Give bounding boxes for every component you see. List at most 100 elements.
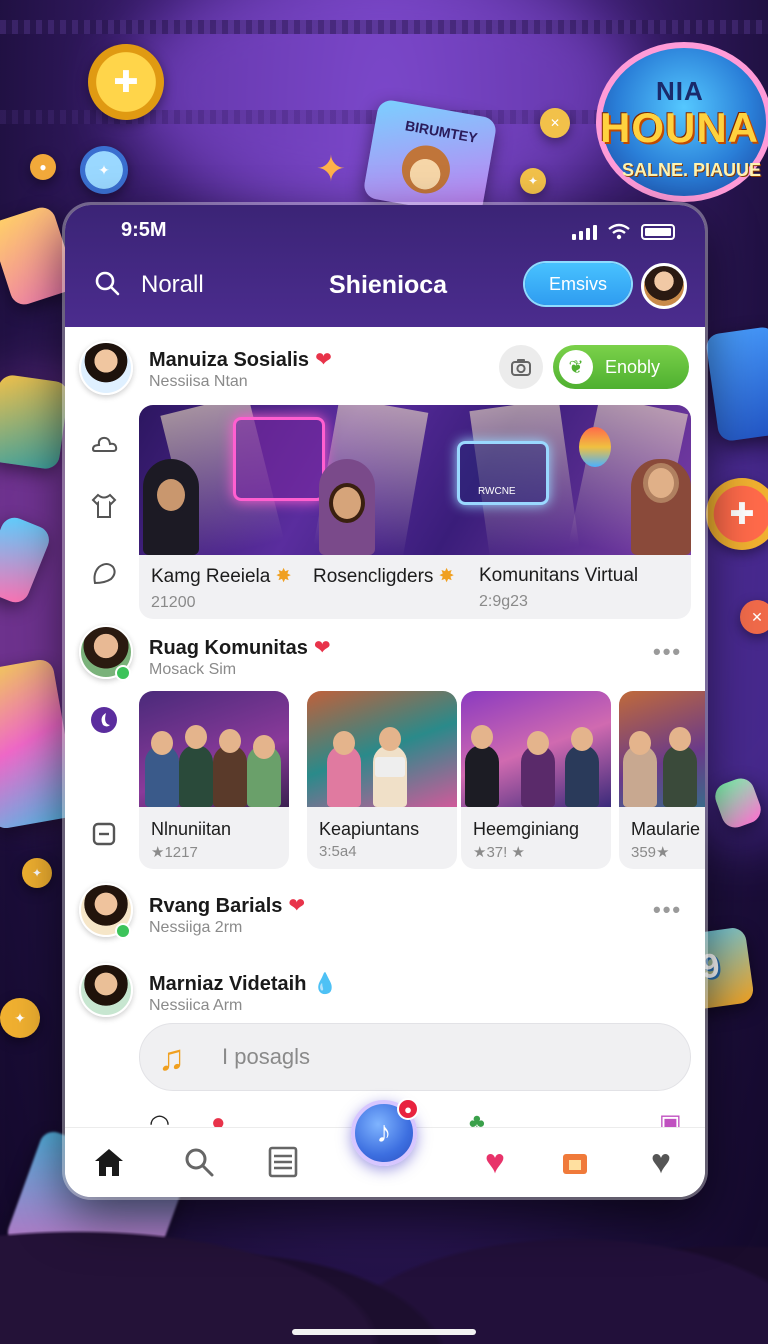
status-time: 9:5M (121, 219, 167, 241)
search-icon[interactable] (93, 269, 121, 297)
post-subtitle: Nessiica Arm (149, 997, 243, 1014)
signal-icon (572, 224, 597, 240)
app-header: 9:5M Norall Shienioca Emsivs (65, 205, 705, 327)
red-coin-decoration: ✚ (706, 478, 768, 550)
event-item-title: Komunitans Virtual (479, 565, 639, 586)
event-logo: NIA HOUNA SALNE. PIAUUE (596, 42, 768, 202)
tile-photo (139, 691, 289, 807)
event-item-title: Kamg Reeiela ✸ (151, 566, 292, 587)
profile-avatar[interactable] (641, 263, 687, 309)
card-sign-text: BIRUMTEY (403, 117, 479, 146)
more-options-icon[interactable]: ••• (653, 897, 682, 923)
community-tile[interactable]: Maularie 359★ (619, 691, 705, 869)
stage-screen-text: RWCNE (478, 486, 516, 497)
sparkle-decoration: ✦ (315, 148, 347, 189)
header-pill-button[interactable]: Emsivs (525, 263, 631, 305)
music-fab-button[interactable]: ♪ ● (351, 1098, 419, 1166)
tile-title: Maularie (631, 819, 701, 839)
battery-icon (641, 224, 675, 240)
event-item[interactable]: Kamg Reeiela ✸ 21200 (151, 565, 292, 612)
stage-screen-right: RWCNE (457, 441, 549, 505)
tab-favorites[interactable]: ♥ (641, 1142, 681, 1182)
tile-title: Heemginiang (473, 819, 580, 839)
person-head (329, 483, 365, 523)
coin-decoration: ✦ (22, 858, 52, 888)
home-icon (95, 1149, 123, 1176)
moon-icon[interactable] (89, 705, 119, 735)
page-title: Shienioca (329, 271, 448, 299)
cloud-icon[interactable] (89, 429, 119, 459)
heart-icon: ♥ (484, 1142, 506, 1181)
shirt-icon[interactable] (89, 491, 119, 521)
event-item-title: Rosencligders ✸ (313, 566, 455, 587)
coin-decoration: ● (30, 154, 56, 180)
coin-decoration: ✦ (0, 998, 40, 1038)
feed: Manuiza Sosialis ❤ Nessiisa Ntan ❦ Enobly… (65, 327, 705, 1137)
tile-photo (307, 691, 457, 807)
tab-search[interactable] (179, 1142, 219, 1182)
list-icon (268, 1146, 298, 1178)
character-card-decoration: BIRUMTEY (362, 98, 498, 218)
status-icons (572, 223, 675, 241)
community-tile[interactable]: Heemginiang ★37! ★ (461, 691, 611, 869)
search-icon (185, 1148, 214, 1177)
wifi-icon (608, 223, 630, 240)
chat-bubble-icon[interactable] (89, 559, 119, 589)
event-item[interactable]: Komunitans Virtual 2:9g23 (479, 565, 638, 611)
post-author[interactable]: Manuiza Sosialis ❤ (149, 347, 332, 372)
music-note-icon: ♪ (376, 1116, 392, 1149)
phone-frame: 9:5M Norall Shienioca Emsivs Manuiza Sos… (65, 205, 705, 1197)
notification-badge: ● (397, 1098, 419, 1120)
tab-home[interactable] (89, 1142, 129, 1182)
tile-count: ★1217 (151, 844, 198, 861)
tab-gifts[interactable] (555, 1142, 595, 1182)
avatar[interactable] (79, 341, 133, 395)
community-tile[interactable]: Keapiuntans 3:5a4 (307, 691, 457, 869)
heart-icon: ❤ (313, 637, 331, 659)
tile-photo (619, 691, 705, 807)
home-indicator (292, 1329, 476, 1335)
camera-icon (511, 359, 531, 376)
tab-love[interactable]: ♥ (475, 1142, 515, 1182)
post-subtitle: Nessiiga 2rm (149, 919, 243, 936)
stage-screen-left (233, 417, 325, 501)
post-author[interactable]: Rvang Barials ❤ (149, 893, 305, 918)
droplet-icon: 💧 (312, 973, 338, 995)
gold-coin-decoration: ✚ (88, 44, 164, 120)
person-head (643, 463, 679, 503)
post-composer[interactable]: ♫ I posagls (139, 1023, 691, 1091)
event-photo: RWCNE (139, 405, 691, 562)
avatar[interactable] (79, 963, 133, 1017)
tablet-icon (375, 757, 405, 777)
camera-button[interactable] (499, 345, 543, 389)
event-details: Kamg Reeiela ✸ 21200 Rosencligders ✸ Kom… (139, 555, 691, 619)
post-author[interactable]: Ruag Komunitas ❤ (149, 635, 331, 660)
more-options-icon[interactable]: ••• (653, 639, 682, 665)
community-tile[interactable]: Nlnuniitan ★1217 (139, 691, 289, 869)
enable-label: Enobly (605, 356, 661, 377)
square-icon[interactable] (89, 819, 119, 849)
heart-icon: ❤ (315, 349, 332, 371)
coin-decoration: ✕ (740, 600, 768, 634)
featured-event-card[interactable]: RWCNE Kamg Reeiela ✸ 21200 Rosencligders… (139, 405, 691, 619)
post-subtitle: Mosack Sim (149, 661, 237, 678)
online-status-icon (115, 665, 131, 681)
music-note-icon: ♫ (158, 1037, 185, 1078)
post-author[interactable]: Marniaz Videtaih 💧 (149, 971, 337, 996)
tile-title: Nlnuniitan (151, 819, 232, 839)
tab-feed[interactable] (263, 1142, 303, 1182)
tile-photo (461, 691, 611, 807)
tile-title: Keapiuntans (319, 819, 420, 839)
tile-count: 359★ (631, 844, 670, 861)
online-status-icon (115, 923, 131, 939)
logo-text: HOUNA (600, 104, 759, 151)
fire-icon: ✸ (433, 566, 455, 587)
heart-icon: ❤ (288, 895, 306, 917)
logo-text: SALNE. PIAUUE (622, 160, 762, 180)
enable-toggle[interactable]: ❦ Enobly (553, 345, 689, 389)
coin-decoration: ✕ (540, 108, 570, 138)
leaf-icon: ❦ (559, 350, 593, 384)
search-label[interactable]: Norall (141, 271, 204, 299)
event-item[interactable]: Rosencligders ✸ (313, 565, 455, 594)
post-subtitle: Nessiisa Ntan (149, 373, 248, 390)
